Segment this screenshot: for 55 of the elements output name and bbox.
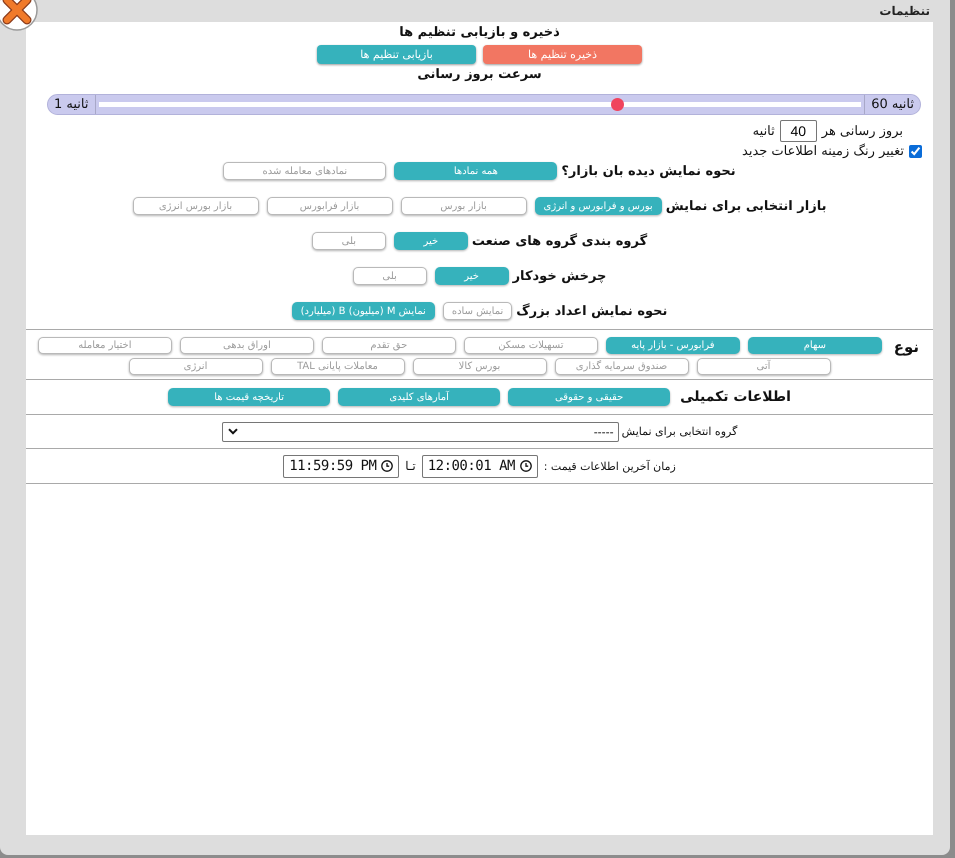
choice-button[interactable]: نمایش M (میلیون) B (میلیارد) [292,302,435,320]
info-button[interactable]: تاریخچه قیمت ها [168,388,330,406]
time-field[interactable]: 12:00:01 AM [422,454,538,478]
section-title: سرعت بروز رسانی [417,67,542,83]
type-toggle[interactable]: معاملات پایانی TAL [270,358,404,375]
type-toggle[interactable]: صندوق سرمایه گذاری [554,358,688,375]
option-label: نوع [894,337,919,357]
choice-button[interactable]: بلی [352,267,427,285]
choice-button[interactable]: بورس و فرابورس و انرژی [534,197,662,215]
info-button[interactable]: حقیقی و حقوقی [508,388,670,406]
slider-label: ثانیه 60 [870,97,915,112]
interval-label: بروز رسانی هر [822,124,903,138]
section-title: ذخیره و بازیابی تنظیم ها [399,25,560,41]
save-button[interactable]: ذخیره تنظیم ها [483,45,642,64]
info-button[interactable]: آمارهای کلیدی [338,388,500,406]
type-toggle[interactable]: حق تقدم [322,337,456,354]
choice-button[interactable]: خیر [394,232,468,250]
chevron-down-icon [228,428,238,435]
choice-button[interactable]: بلی [312,232,386,250]
type-toggle[interactable]: بورس کالا [412,358,546,375]
choice-button[interactable]: بازار بورس [400,197,527,215]
interval-field[interactable]: 40 [780,120,817,142]
type-toggle[interactable]: انرژی [128,358,262,375]
field-label: زمان آخرین اطلاعات قیمت : [544,460,676,472]
slider-label: ثانیه 1 [53,97,90,112]
type-toggle[interactable]: آتی [696,358,830,375]
window-title: تنظیمات [879,4,930,18]
choice-button[interactable]: همه نمادها [394,162,558,180]
type-toggle[interactable]: تسهیلات مسکن [464,337,598,354]
option-label: بازار انتخابی برای نمایش [666,198,826,214]
type-toggle[interactable]: اوراق بدهی [180,337,314,354]
type-toggle[interactable]: اختیار معامله [38,337,172,354]
choice-button[interactable]: نمادهای معامله شده [223,162,386,180]
field-label: گروه انتخابی برای نمایش [622,425,738,438]
option-label: چرخش خودکار [512,268,606,284]
restore-button[interactable]: بازیابی تنظیم ها [317,45,476,64]
type-toggle[interactable]: فرابورس - بازار پایه [606,337,740,354]
group-dropdown[interactable]: ----- [222,422,619,442]
choice-button[interactable]: خیر [434,267,509,285]
choice-button[interactable]: نمایش ساده [442,302,512,320]
clock-icon [520,460,532,472]
time-field[interactable]: 11:59:59 PM [283,454,400,478]
slider-thumb[interactable] [611,98,624,111]
checkbox[interactable] [909,145,922,158]
choice-button[interactable]: بازار بورس انرژی [132,197,259,215]
option-label: نحوه نمایش اعداد بزرگ [516,304,668,318]
option-label: اطلاعات تکمیلی [680,389,791,405]
clock-icon [381,460,394,472]
option-label: گروه بندی گروه های صنعت [472,234,648,248]
option-label: نحوه نمایش دیده بان بازار؟ [561,164,736,178]
unit-label: ثانیه [752,124,775,138]
range-separator: تـا [405,459,416,473]
choice-button[interactable]: بازار فرابورس [266,197,393,215]
type-toggle[interactable]: سهام [748,337,882,354]
checkbox-label: تغییر رنگ زمینه اطلاعات جدید [742,144,904,159]
